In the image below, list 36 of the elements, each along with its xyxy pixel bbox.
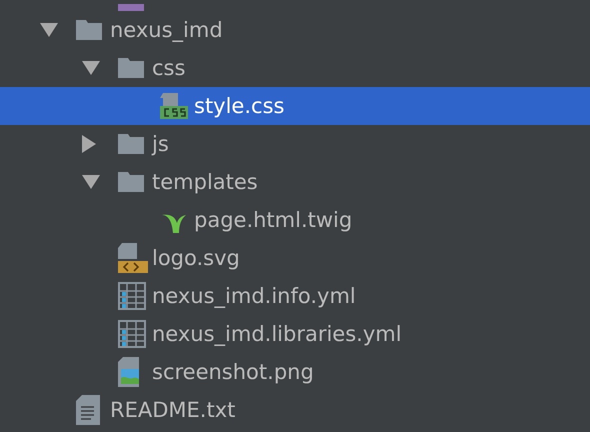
file-name: templates bbox=[152, 170, 258, 194]
text-file-icon bbox=[76, 395, 100, 425]
tree-row[interactable]: templates bbox=[0, 163, 590, 201]
tree-row[interactable]: page.html.twig bbox=[0, 201, 590, 239]
tree-row[interactable]: README.txt bbox=[0, 391, 590, 429]
css-file-icon bbox=[160, 93, 188, 119]
folder-icon bbox=[118, 172, 144, 192]
file-name: nexus_imd.libraries.yml bbox=[152, 322, 402, 346]
file-name: nexus_imd bbox=[110, 18, 223, 42]
table-file-icon bbox=[118, 282, 146, 310]
tree-row[interactable]: nexus_imd.libraries.yml bbox=[0, 315, 590, 353]
file-name: screenshot.png bbox=[152, 360, 314, 384]
file-name: js bbox=[152, 132, 169, 156]
tree-row[interactable]: nexus_imd.info.yml bbox=[0, 277, 590, 315]
folder-icon bbox=[118, 58, 144, 78]
collapse-arrow-icon[interactable] bbox=[40, 23, 58, 37]
table-file-icon bbox=[118, 320, 146, 348]
file-name: README.txt bbox=[110, 398, 236, 422]
file-name: page.html.twig bbox=[194, 208, 352, 232]
tree-row[interactable]: js bbox=[0, 125, 590, 163]
file-name: css bbox=[152, 56, 186, 80]
collapse-arrow-icon[interactable] bbox=[82, 175, 100, 189]
file-name: nexus_imd.info.yml bbox=[152, 284, 356, 308]
folder-icon bbox=[118, 134, 144, 154]
expand-arrow-icon[interactable] bbox=[82, 135, 96, 153]
tree-row[interactable]: screenshot.png bbox=[0, 353, 590, 391]
file-name: logo.svg bbox=[152, 246, 240, 270]
tree-row[interactable]: style.css bbox=[0, 87, 590, 125]
file-name: style.css bbox=[194, 94, 284, 118]
tree-row[interactable]: nexus_imd bbox=[0, 11, 590, 49]
tree-row[interactable]: css bbox=[0, 49, 590, 87]
image-file-icon bbox=[118, 357, 142, 387]
folder-icon bbox=[76, 20, 102, 40]
code-file-icon bbox=[118, 243, 148, 273]
tree-row[interactable]: logo.svg bbox=[0, 239, 590, 277]
collapse-arrow-icon[interactable] bbox=[82, 61, 100, 75]
